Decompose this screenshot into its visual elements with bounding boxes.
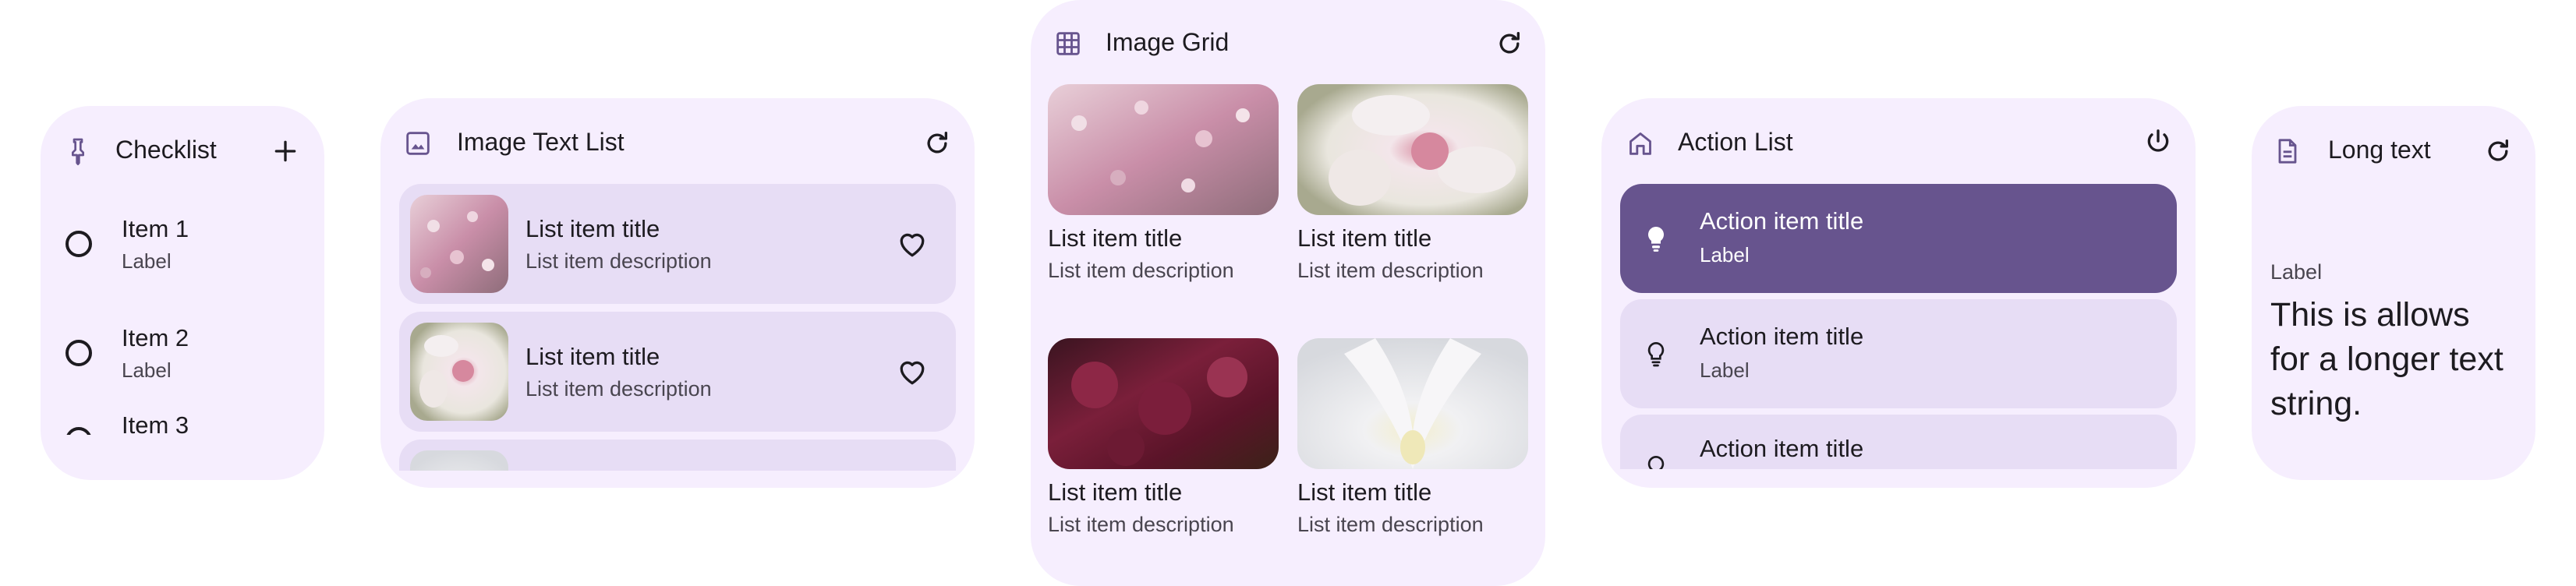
item-title: Item 2	[122, 324, 189, 351]
item-title: List item title	[1048, 478, 1183, 506]
white-flower-photo	[410, 323, 508, 421]
item-description: List item description	[1048, 513, 1234, 536]
lightbulb-outline-icon	[1640, 338, 1672, 369]
item-title: Action item title	[1700, 323, 1864, 350]
item-description: List item description	[1297, 513, 1484, 536]
pin-icon	[62, 136, 94, 167]
item-title: List item title	[1048, 224, 1183, 252]
item-title: List item title	[1297, 224, 1432, 252]
item-title: Action item title	[1700, 207, 1864, 235]
widget-title: Image Grid	[1106, 28, 1230, 56]
item-label: Label	[122, 249, 172, 273]
widget-title: Image Text List	[457, 128, 625, 156]
lightbulb-icon	[1640, 223, 1672, 254]
checkbox-circle[interactable]	[65, 340, 92, 366]
document-icon	[2272, 136, 2303, 167]
power-icon[interactable]	[2143, 126, 2174, 157]
widget-title: Action List	[1678, 128, 1793, 156]
image-grid-widget: Image Grid List item title List item des…	[1031, 0, 1545, 586]
action-list-widget: Action List Action item title Label Acti…	[1601, 98, 2196, 488]
checkbox-circle[interactable]	[65, 231, 92, 257]
heart-icon[interactable]	[895, 355, 929, 389]
action-item[interactable]: Action item title	[1620, 415, 2177, 469]
item-description: List item description	[1048, 259, 1234, 282]
checklist-widget: Checklist Item 1 Label Item 2 Label Item…	[41, 106, 324, 480]
image-text-list-header: Image Text List	[380, 98, 975, 185]
item-title: List item title	[1297, 478, 1432, 506]
list-item[interactable]: Item 3	[41, 411, 324, 435]
item-title: Action item title	[1700, 435, 1864, 462]
item-description: List item description	[525, 249, 712, 273]
item-description: List item description	[1297, 259, 1484, 282]
list-item[interactable]: List item title List item description	[399, 312, 956, 432]
checkbox-circle[interactable]	[65, 427, 92, 435]
long-text-body: This is allows for a longer text string.	[2270, 296, 2503, 422]
image-text-list-widget: Image Text List List item title List ite…	[380, 98, 975, 488]
list-item[interactable]	[399, 440, 956, 471]
image-icon	[402, 128, 433, 159]
item-title: List item title	[525, 343, 660, 370]
long-text-label: Label	[2270, 260, 2323, 284]
list-item[interactable]: Item 1 Label	[41, 193, 324, 302]
home-icon	[1625, 128, 1656, 159]
action-item[interactable]: Action item title Label	[1620, 184, 2177, 293]
item-title: List item title	[525, 215, 660, 242]
pink-flowers-photo	[410, 195, 508, 293]
refresh-icon[interactable]	[1494, 28, 1525, 59]
action-list-items: Action item title Label Action item titl…	[1620, 184, 2177, 469]
white-flower-photo	[1297, 84, 1528, 215]
dark-red-flowers-photo	[1048, 338, 1279, 469]
refresh-icon[interactable]	[2482, 136, 2514, 167]
action-item[interactable]: Action item title Label	[1620, 299, 2177, 408]
image-text-list-items: List item title List item description Li…	[399, 184, 956, 471]
refresh-icon[interactable]	[922, 128, 953, 159]
grid-icon	[1053, 28, 1084, 59]
action-list-header: Action List	[1601, 98, 2196, 185]
item-description: List item description	[525, 377, 712, 401]
checklist-header: Checklist	[41, 106, 324, 193]
add-icon[interactable]	[270, 136, 301, 167]
widget-title: Checklist	[115, 136, 217, 164]
long-text-widget: Long text Label This is allows for a lon…	[2252, 106, 2535, 480]
lightbulb-outline-icon	[1640, 452, 1672, 469]
white-orchid-photo	[410, 450, 508, 471]
list-item[interactable]: List item title List item description	[399, 184, 956, 304]
item-label: Label	[1700, 243, 1750, 267]
item-label: Label	[1700, 358, 1750, 382]
item-title: Item 1	[122, 215, 189, 242]
image-grid-header: Image Grid	[1031, 0, 1545, 87]
list-item[interactable]: Item 2 Label	[41, 302, 324, 411]
white-orchid-photo	[1297, 338, 1528, 469]
long-text-header: Long text	[2252, 106, 2535, 193]
item-title: Item 3	[122, 411, 189, 435]
pink-flowers-photo	[1048, 84, 1279, 215]
item-label: Label	[122, 358, 172, 382]
heart-icon[interactable]	[895, 227, 929, 261]
checklist-items: Item 1 Label Item 2 Label Item 3	[41, 193, 324, 435]
widget-title: Long text	[2328, 136, 2431, 164]
